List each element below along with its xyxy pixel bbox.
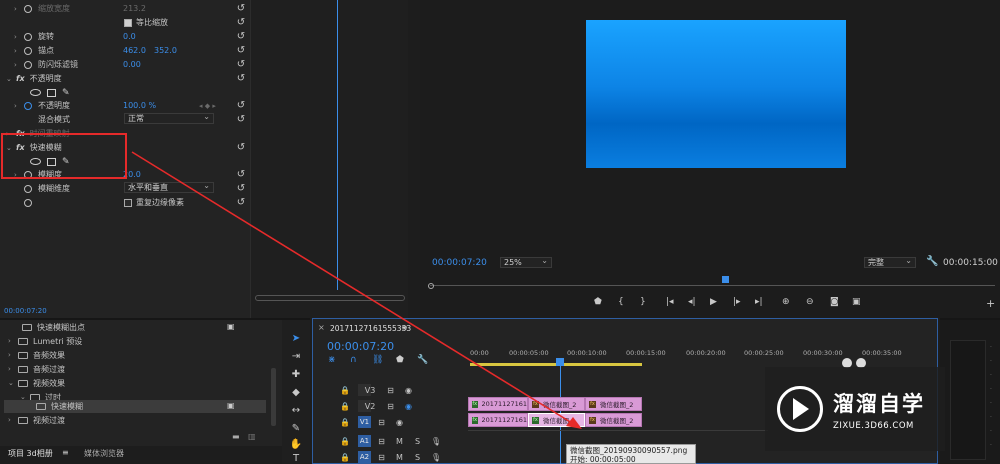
annotation-arrow xyxy=(131,151,582,429)
